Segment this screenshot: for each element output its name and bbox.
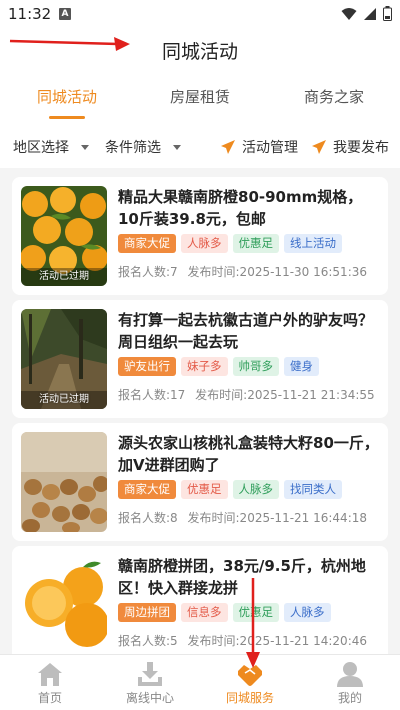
tag: 周边拼团 [118, 603, 176, 622]
card-title: 源头农家山核桃礼盒装特大籽80一斤，加V进群团购了 [118, 434, 379, 474]
region-filter-dropdown[interactable]: 地区选择 [13, 137, 89, 157]
status-bar: 11:32 A [0, 0, 400, 28]
bottom-nav: 首页 离线中心 同城服务 我的 [0, 654, 400, 710]
signal-icon [364, 7, 376, 20]
publish-time: 发布时间:2025-11-21 16:44:18 [187, 511, 368, 525]
home-icon [38, 663, 62, 686]
person-icon [337, 662, 363, 687]
activity-manage-button[interactable]: 活动管理 [220, 137, 298, 157]
page-title: 同城活动 [161, 41, 238, 63]
send-icon [221, 140, 235, 154]
app-header: 同城活动 [0, 28, 400, 70]
chevron-down-icon [173, 144, 181, 150]
region-filter-label: 地区选择 [13, 140, 69, 156]
card-title: 赣南脐橙拼团，38元/9.5斤，杭州地区！快入群接龙拼 [118, 557, 366, 597]
tag: 帅哥多 [232, 357, 279, 376]
filter-bar: 地区选择 条件筛选 活动管理 我要发布 [0, 122, 400, 168]
card-meta: 报名人数:5 发布时间:2025-11-21 14:20:46 [118, 632, 367, 649]
tab-active-indicator [49, 116, 85, 119]
condition-filter-dropdown[interactable]: 条件筛选 [105, 137, 181, 157]
tag: 优惠足 [232, 603, 279, 622]
publish-time: 发布时间:2025-11-21 21:34:55 [195, 388, 375, 402]
download-icon [138, 662, 162, 686]
chevron-down-icon [81, 144, 89, 150]
tab-housing-rental[interactable]: 房屋租赁 [170, 86, 230, 107]
notification-icon: A [59, 8, 71, 20]
wifi-icon [341, 7, 357, 20]
tag: 人脉多 [284, 603, 331, 622]
publish-time: 发布时间:2025-11-30 16:51:36 [187, 265, 368, 279]
status-icons [341, 6, 392, 21]
nav-offline-center[interactable]: 离线中心 [100, 655, 200, 710]
card-title: 有打算一起去杭徽古道户外的驴友吗？周日组织一起去玩 [118, 311, 374, 351]
tag: 找同类人 [284, 480, 342, 499]
activity-card[interactable]: 活动已过期 有打算一起去杭徽古道户外的驴友吗？周日组织一起去玩 驴友出行 妹子多… [12, 300, 388, 418]
tag: 人脉多 [181, 234, 228, 253]
battery-icon [383, 6, 392, 21]
category-tabs: 同城活动 房屋租赁 商务之家 [0, 70, 400, 122]
nav-label: 离线中心 [125, 691, 174, 705]
expired-label: 活动已过期 [39, 394, 89, 405]
tag: 妹子多 [181, 357, 228, 376]
oranges-image [21, 555, 107, 655]
card-meta: 报名人数:7 发布时间:2025-11-30 16:51:36 [118, 263, 367, 280]
tag: 商家大促 [118, 234, 176, 253]
card-thumbnail [21, 432, 107, 532]
handshake-icon [238, 665, 262, 686]
card-thumbnail: 活动已过期 [21, 186, 107, 286]
card-meta: 报名人数:17 发布时间:2025-11-21 21:34:55 [118, 386, 375, 403]
tag-list: 驴友出行 妹子多 帅哥多 健身 [118, 357, 319, 376]
tab-local-activities[interactable]: 同城活动 [37, 86, 97, 107]
activity-card[interactable]: 赣南脐橙拼团，38元/9.5斤，杭州地区！快入群接龙拼 周边拼团 信息多 优惠足… [12, 546, 388, 664]
nav-profile[interactable]: 我的 [300, 655, 400, 710]
tag-list: 商家大促 人脉多 优惠足 线上活动 [118, 234, 342, 253]
nav-label: 首页 [37, 691, 62, 705]
tag: 健身 [284, 357, 319, 376]
card-title: 精品大果赣南脐橙80-90mm规格，10斤装39.8元，包邮 [118, 188, 363, 228]
nav-label: 我的 [337, 691, 362, 705]
tag-list: 商家大促 优惠足 人脉多 找同类人 [118, 480, 342, 499]
tag-list: 周边拼团 信息多 优惠足 人脉多 [118, 603, 331, 622]
publish-time: 发布时间:2025-11-21 14:20:46 [187, 634, 368, 648]
nav-label: 同城服务 [225, 691, 274, 705]
status-time: 11:32 [8, 5, 52, 23]
expired-label: 活动已过期 [39, 271, 89, 282]
nav-local-services[interactable]: 同城服务 [200, 655, 300, 710]
activity-card[interactable]: 活动已过期 精品大果赣南脐橙80-90mm规格，10斤装39.8元，包邮 商家大… [12, 177, 388, 295]
signup-count: 报名人数:7 [118, 265, 178, 279]
publish-label: 我要发布 [333, 140, 389, 156]
tag: 驴友出行 [118, 357, 176, 376]
activity-card[interactable]: 源头农家山核桃礼盒装特大籽80一斤，加V进群团购了 商家大促 优惠足 人脉多 找… [12, 423, 388, 541]
activity-manage-label: 活动管理 [242, 140, 298, 156]
signup-count: 报名人数:5 [118, 634, 178, 648]
card-thumbnail: 活动已过期 [21, 309, 107, 409]
tag: 人脉多 [232, 480, 279, 499]
signup-count: 报名人数:17 [118, 388, 186, 402]
tag: 优惠足 [181, 480, 228, 499]
publish-button[interactable]: 我要发布 [311, 137, 389, 157]
tag: 优惠足 [232, 234, 279, 253]
signup-count: 报名人数:8 [118, 511, 178, 525]
tag: 信息多 [181, 603, 228, 622]
card-thumbnail [21, 555, 107, 655]
tag: 线上活动 [284, 234, 342, 253]
walnuts-image [21, 432, 107, 532]
tab-business-home[interactable]: 商务之家 [304, 86, 364, 107]
card-meta: 报名人数:8 发布时间:2025-11-21 16:44:18 [118, 509, 367, 526]
tag: 商家大促 [118, 480, 176, 499]
nav-home[interactable]: 首页 [0, 655, 100, 710]
send-icon [312, 140, 326, 154]
condition-filter-label: 条件筛选 [105, 140, 161, 156]
